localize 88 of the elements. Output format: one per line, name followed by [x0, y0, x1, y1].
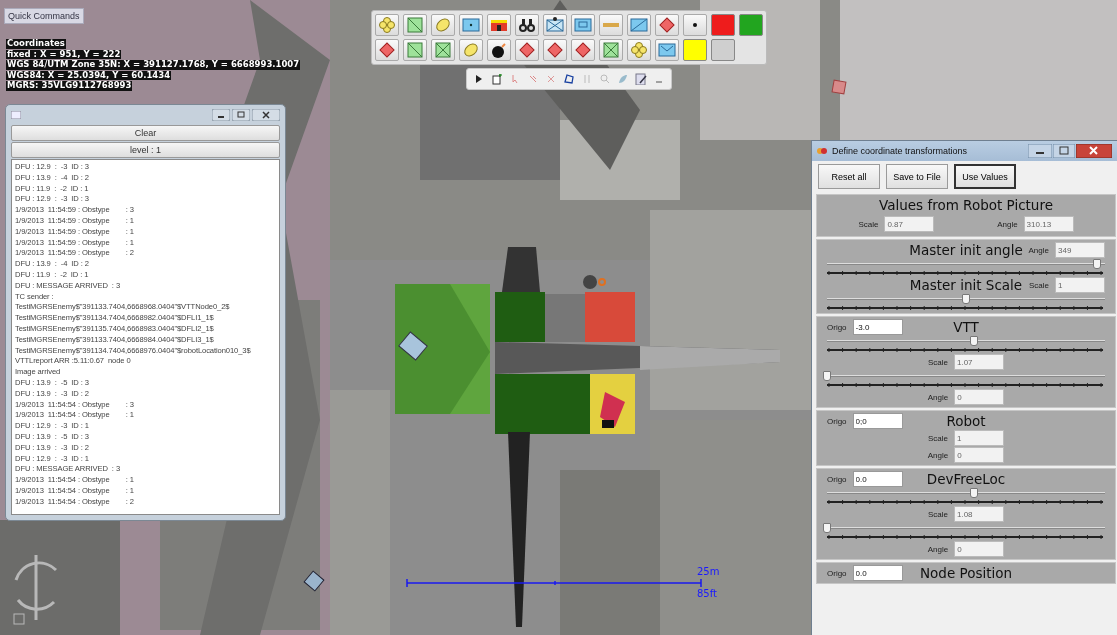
- slider-thumb[interactable]: [970, 336, 979, 346]
- slider-track[interactable]: [827, 294, 1105, 304]
- square-diagonal-icon: [406, 16, 424, 34]
- scale-label: 25m: [697, 566, 720, 577]
- minimize-icon[interactable]: [212, 108, 230, 121]
- field-label: Angle: [1028, 245, 1049, 255]
- dialog-button[interactable]: Reset all: [818, 164, 880, 189]
- input-field[interactable]: 0.0: [852, 565, 903, 581]
- section-heading: Robot: [946, 413, 986, 429]
- minimize-icon[interactable]: [1028, 144, 1052, 158]
- section-heading: Master init angle: [909, 242, 1023, 258]
- coordinates-title: Coordinates: [6, 39, 66, 49]
- slider-thumb[interactable]: [962, 294, 970, 304]
- field-label: Angle: [997, 219, 1018, 229]
- input-field[interactable]: -3.0: [852, 319, 903, 335]
- binoculars-icon: [518, 16, 536, 34]
- square-diagonal-icon: [630, 16, 648, 34]
- box-frame-icon: [574, 16, 592, 34]
- slider-thumb[interactable]: [970, 488, 979, 498]
- diamond-icon: [546, 41, 564, 59]
- field-label: Angle: [927, 450, 949, 460]
- tool-button[interactable]: [487, 14, 511, 36]
- document-edit-icon[interactable]: [635, 73, 647, 85]
- tool-button[interactable]: [655, 14, 679, 36]
- field-label: Angle: [927, 392, 949, 402]
- color-swatch[interactable]: [711, 39, 735, 61]
- oval-icon: [434, 16, 452, 34]
- section-heading: DevFreeLoc: [926, 471, 1006, 487]
- clover-icon: [378, 16, 396, 34]
- tool-button[interactable]: [515, 39, 539, 61]
- slider-track[interactable]: [827, 488, 1105, 498]
- diamond-icon: [658, 16, 676, 34]
- field-label: Scale: [928, 357, 948, 367]
- input-field[interactable]: 0.0: [852, 471, 903, 487]
- bomb-icon: [490, 41, 508, 59]
- color-swatch[interactable]: [683, 39, 707, 61]
- tool-button[interactable]: [543, 14, 567, 36]
- slider-thumb[interactable]: [823, 371, 831, 381]
- window-title: Define coordinate transformations: [832, 146, 969, 156]
- tool-button[interactable]: [487, 39, 511, 61]
- field-label: Origo: [827, 568, 847, 578]
- field-label: Origo: [827, 322, 847, 332]
- clover-icon: [630, 41, 648, 59]
- tool-button[interactable]: [515, 14, 539, 36]
- square-cross-icon: [602, 41, 620, 59]
- level-button[interactable]: level : 1: [11, 142, 280, 158]
- section-heading: Master init Scale: [909, 277, 1023, 293]
- slider-thumb[interactable]: [823, 523, 831, 533]
- field-label: Scale: [928, 509, 948, 519]
- tool-button[interactable]: [375, 39, 399, 61]
- slider-track[interactable]: [827, 336, 1105, 346]
- app-icon: [816, 146, 828, 156]
- new-page-icon[interactable]: [491, 73, 503, 85]
- field-label: Scale: [928, 433, 948, 443]
- dialog-button[interactable]: Save to File: [886, 164, 948, 189]
- tool-button[interactable]: [543, 39, 567, 61]
- section-heading: VTT: [953, 319, 979, 335]
- section-heading: Values from Robot Picture: [879, 197, 1053, 213]
- clear-button[interactable]: Clear: [11, 125, 280, 141]
- field-label: Scale: [858, 219, 879, 229]
- square-cross-icon: [434, 41, 452, 59]
- window-icon: [11, 110, 21, 119]
- field-label: Origo: [827, 474, 847, 484]
- diamond-icon: [378, 41, 396, 59]
- close-icon[interactable]: [1076, 144, 1112, 158]
- tool-button[interactable]: [571, 39, 595, 61]
- diamond-icon: [574, 41, 592, 59]
- oval-icon: [462, 41, 480, 59]
- scale-label: 85ft: [697, 588, 717, 599]
- tool-button[interactable]: [683, 14, 707, 36]
- dialog-button[interactable]: Use Values: [954, 164, 1016, 189]
- bar-icon: [603, 23, 619, 27]
- color-swatch[interactable]: [739, 14, 763, 36]
- marker-icon: [831, 79, 847, 95]
- input-field[interactable]: 0;0: [852, 413, 903, 429]
- quick-commands-button[interactable]: Quick Commands: [4, 8, 84, 24]
- field-label: Angle: [927, 544, 949, 554]
- polygon-icon[interactable]: [563, 73, 575, 85]
- field-label: Origo: [827, 416, 847, 426]
- color-swatch[interactable]: [711, 14, 735, 36]
- close-icon[interactable]: [252, 108, 280, 121]
- slider-thumb[interactable]: [1092, 259, 1101, 269]
- square-diagonal-icon: [406, 41, 424, 59]
- box-envelope-icon: [658, 41, 676, 59]
- dot-icon: [693, 23, 697, 27]
- slider-track[interactable]: [827, 259, 1105, 269]
- section-heading: Node Position: [919, 565, 1013, 581]
- field-label: Scale: [1029, 280, 1049, 290]
